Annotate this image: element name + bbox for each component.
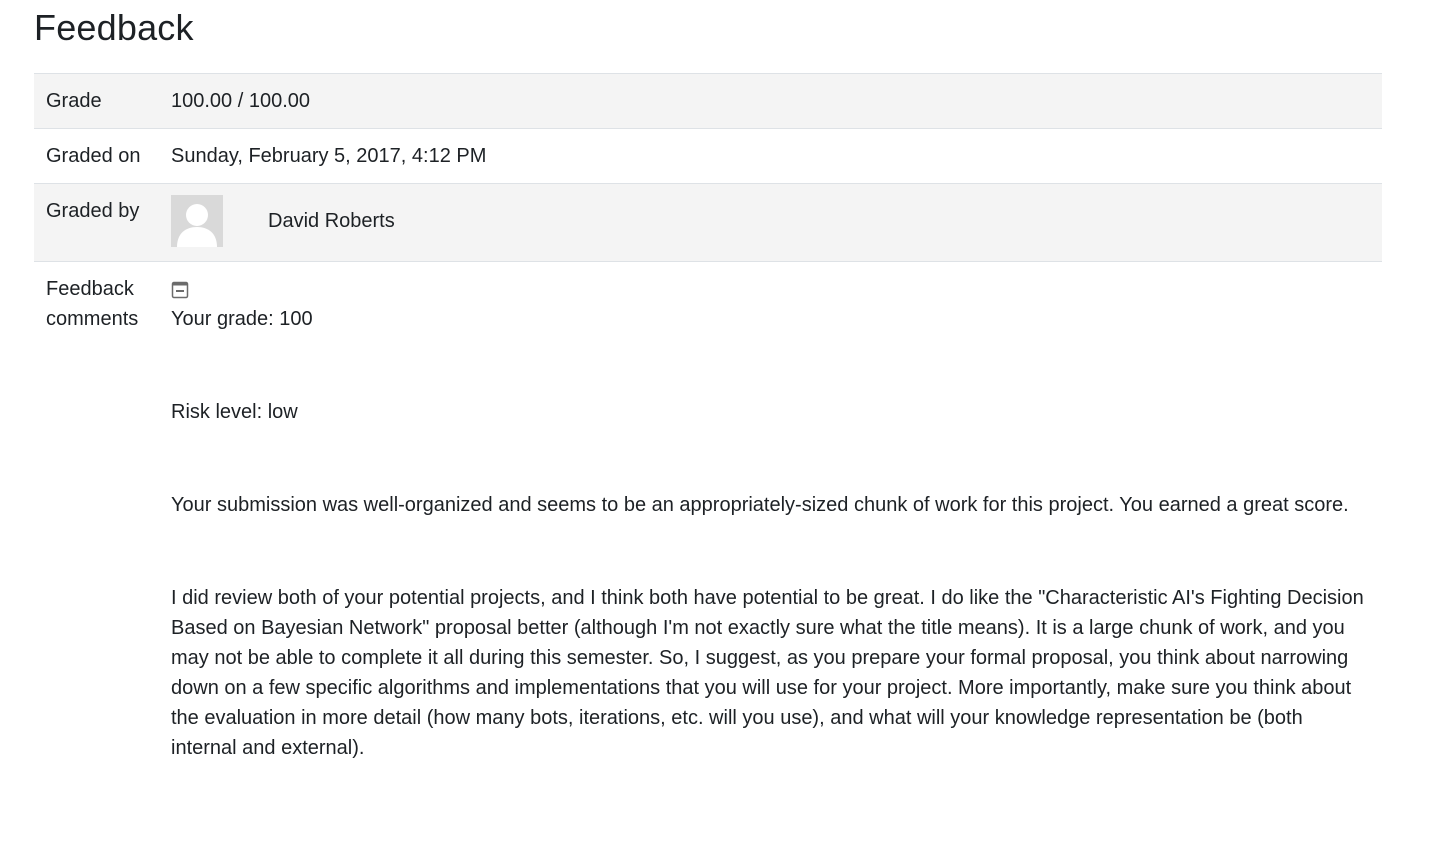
grader-name: David Roberts xyxy=(268,210,395,232)
grade-row: Grade 100.00 / 100.00 xyxy=(34,73,1382,128)
graded-on-value: Sunday, February 5, 2017, 4:12 PM xyxy=(171,145,487,167)
page-title: Feedback xyxy=(34,7,194,48)
graded-on-row: Graded on Sunday, February 5, 2017, 4:12… xyxy=(34,128,1382,183)
grade-label: Grade xyxy=(46,90,102,112)
user-silhouette-icon xyxy=(171,195,223,247)
graded-on-label: Graded on xyxy=(46,145,141,167)
feedback-comments-label-line2: comments xyxy=(46,308,139,330)
comment-paragraph: Your grade: 100 xyxy=(171,308,313,330)
feedback-comments-label-line1: Feedback xyxy=(46,278,134,300)
collapse-icon[interactable] xyxy=(171,281,189,299)
feedback-comments-text: Your grade: 100 Risk level: low Your sub… xyxy=(171,304,1371,826)
comment-paragraph: Risk level: low xyxy=(171,401,298,423)
graded-by-row: Graded by David Roberts xyxy=(34,183,1382,261)
feedback-comments-label: Feedback comments xyxy=(46,274,161,334)
avatar[interactable] xyxy=(171,195,223,247)
feedback-comments-row: Feedback comments Your grade: 100 Risk l… xyxy=(34,261,1382,821)
comment-paragraph: Your submission was well-organized and s… xyxy=(171,494,1349,516)
graded-by-label: Graded by xyxy=(46,200,140,222)
feedback-table: Grade 100.00 / 100.00 Graded on Sunday, … xyxy=(34,73,1382,821)
comment-paragraph: I did review both of your potential proj… xyxy=(171,587,1364,759)
grade-value: 100.00 / 100.00 xyxy=(171,90,311,112)
